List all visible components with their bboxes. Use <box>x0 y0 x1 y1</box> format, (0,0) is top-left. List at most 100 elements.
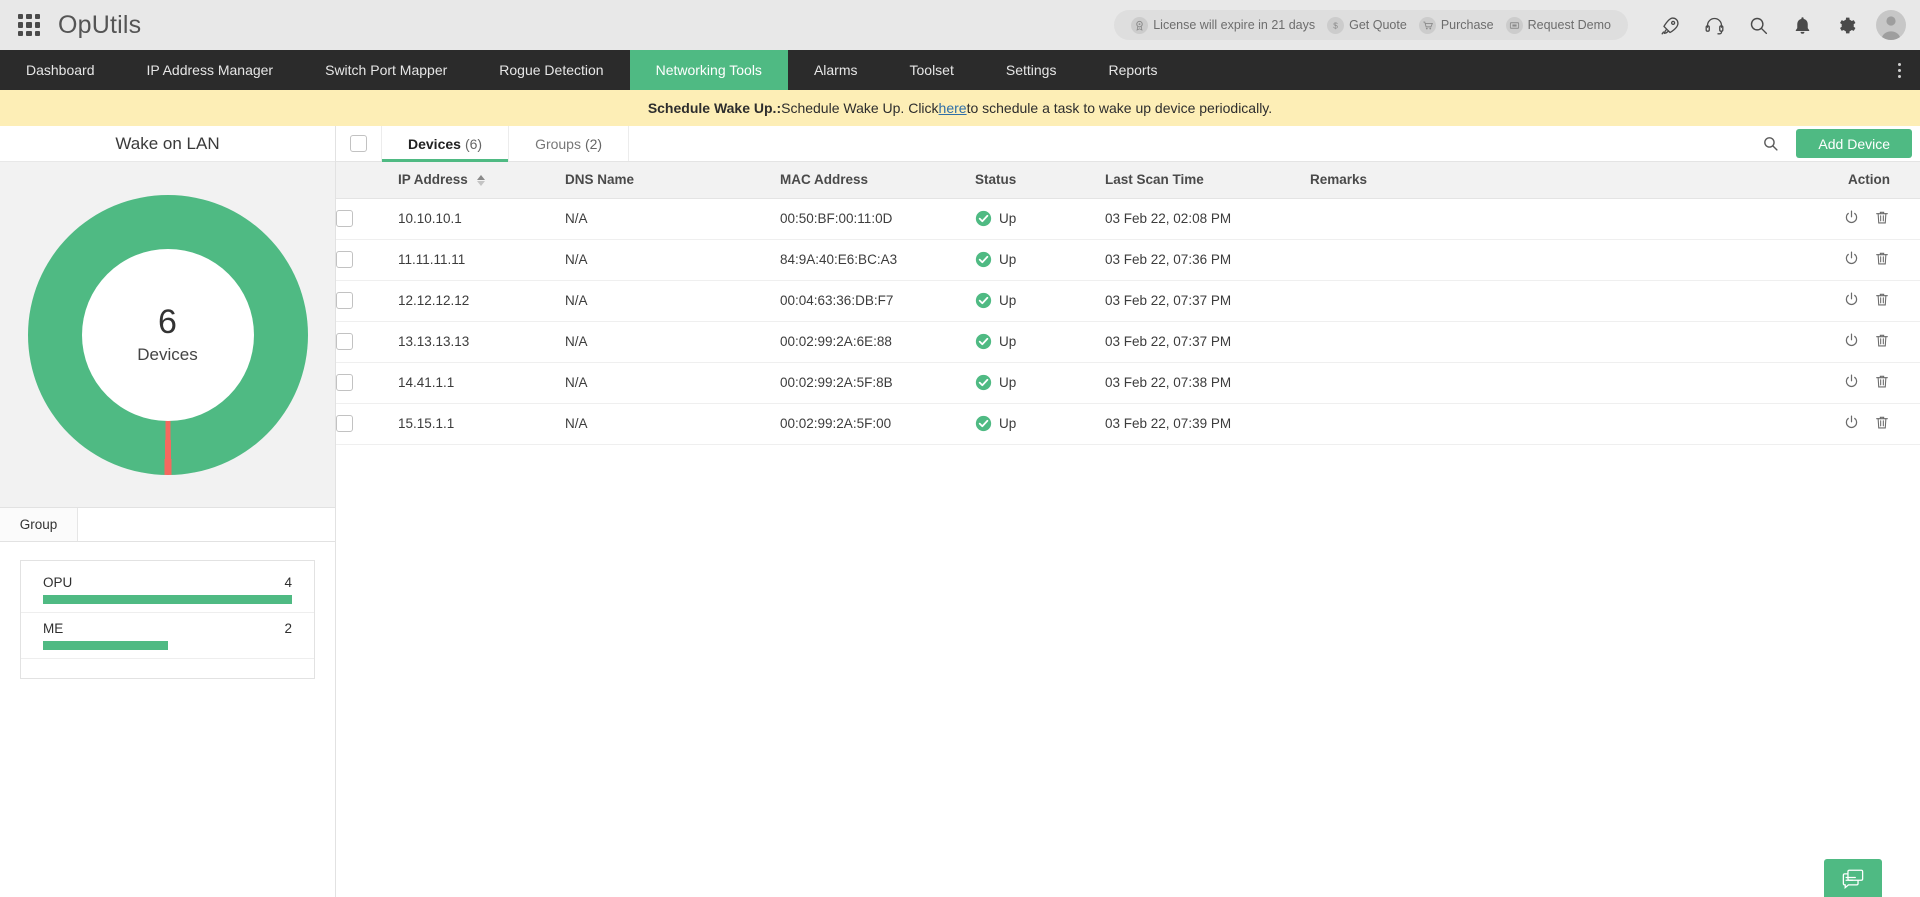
status-label: Up <box>999 416 1016 431</box>
power-icon[interactable] <box>1843 332 1860 349</box>
cell-mac-address: 84:9A:40:E6:BC:A3 <box>772 239 967 280</box>
cell-remarks <box>1302 280 1800 321</box>
cell-ip-address: 13.13.13.13 <box>382 321 557 362</box>
delete-trash-icon[interactable] <box>1874 209 1890 226</box>
top-bar: OpUtils License will expire in 21 days $… <box>0 0 1920 50</box>
delete-trash-icon[interactable] <box>1874 291 1890 308</box>
power-icon[interactable] <box>1843 209 1860 226</box>
cell-status: Up <box>967 280 1097 321</box>
cell-remarks <box>1302 403 1800 444</box>
devices-table: IP Address DNS Name MAC Address Status L… <box>336 162 1920 445</box>
cell-dns-name: N/A <box>557 321 772 362</box>
table-row[interactable]: 12.12.12.12N/A00:04:63:36:DB:F7Up03 Feb … <box>336 280 1920 321</box>
request-demo-link[interactable]: Request Demo <box>1503 17 1614 34</box>
row-checkbox-cell <box>336 239 382 280</box>
nav-item-dashboard[interactable]: Dashboard <box>0 50 121 90</box>
license-expiry[interactable]: License will expire in 21 days <box>1128 17 1318 34</box>
purchase-link[interactable]: Purchase <box>1416 17 1497 34</box>
cell-remarks <box>1302 198 1800 239</box>
schedule-wakeup-banner: Schedule Wake Up.: Schedule Wake Up. Cli… <box>0 90 1920 126</box>
banner-here-link[interactable]: here <box>939 100 967 116</box>
row-checkbox-cell <box>336 362 382 403</box>
delete-trash-icon[interactable] <box>1874 250 1890 267</box>
left-sidebar: Wake on LAN 6 Devices Group OPU 4 <box>0 126 336 897</box>
cell-ip-address: 14.41.1.1 <box>382 362 557 403</box>
cell-last-scan-time: 03 Feb 22, 07:39 PM <box>1097 403 1302 444</box>
table-search-icon[interactable] <box>1744 126 1796 161</box>
cell-last-scan-time: 03 Feb 22, 07:37 PM <box>1097 321 1302 362</box>
cell-mac-address: 00:02:99:2A:5F:00 <box>772 403 967 444</box>
header-dns-name[interactable]: DNS Name <box>557 162 772 198</box>
row-checkbox[interactable] <box>336 374 353 391</box>
row-checkbox[interactable] <box>336 415 353 432</box>
table-row[interactable]: 13.13.13.13N/A00:02:99:2A:6E:88Up03 Feb … <box>336 321 1920 362</box>
header-last-scan-time[interactable]: Last Scan Time <box>1097 162 1302 198</box>
nav-item-reports[interactable]: Reports <box>1082 50 1183 90</box>
group-panel: OPU 4 ME 2 <box>0 542 335 679</box>
nav-item-rogue-detection[interactable]: Rogue Detection <box>473 50 629 90</box>
power-icon[interactable] <box>1843 250 1860 267</box>
nav-item-toolset[interactable]: Toolset <box>884 50 980 90</box>
tab-devices[interactable]: Devices (6) <box>382 126 509 161</box>
notification-bell-icon[interactable] <box>1780 0 1824 50</box>
nav-item-ip-address-manager[interactable]: IP Address Manager <box>121 50 300 90</box>
cell-ip-address: 11.11.11.11 <box>382 239 557 280</box>
delete-trash-icon[interactable] <box>1874 332 1890 349</box>
cell-remarks <box>1302 239 1800 280</box>
header-ip-address[interactable]: IP Address <box>382 162 557 198</box>
nav-item-networking-tools[interactable]: Networking Tools <box>630 50 788 90</box>
cell-dns-name: N/A <box>557 403 772 444</box>
add-device-button[interactable]: Add Device <box>1796 129 1912 158</box>
table-row[interactable]: 11.11.11.11N/A84:9A:40:E6:BC:A3Up03 Feb … <box>336 239 1920 280</box>
select-all-checkbox[interactable] <box>350 135 367 152</box>
group-label-me: ME <box>43 621 63 636</box>
cell-remarks <box>1302 362 1800 403</box>
banner-bold-prefix: Schedule Wake Up.: <box>648 100 781 116</box>
status-badge: Up <box>975 251 1089 268</box>
cell-last-scan-time: 03 Feb 22, 07:37 PM <box>1097 280 1302 321</box>
app-title: OpUtils <box>58 11 141 40</box>
table-row[interactable]: 15.15.1.1N/A00:02:99:2A:5F:00 Up 03 Feb 22… <box>336 403 1920 444</box>
cell-mac-address: 00:50:BF:00:11:0D <box>772 198 967 239</box>
table-row[interactable]: 14.41.1.1N/A00:02:99:2A:5F:8BUp03 Feb 22… <box>336 362 1920 403</box>
row-checkbox[interactable] <box>336 251 353 268</box>
cell-action <box>1800 280 1920 321</box>
group-row-me[interactable]: ME 2 <box>21 612 314 650</box>
power-icon[interactable] <box>1843 373 1860 390</box>
apps-grid-icon[interactable] <box>18 14 40 36</box>
cell-ip-address: 15.15.1.1 <box>382 403 557 444</box>
search-icon[interactable] <box>1736 0 1780 50</box>
rocket-icon[interactable] <box>1648 0 1692 50</box>
header-remarks[interactable]: Remarks <box>1302 162 1800 198</box>
nav-item-switch-port-mapper[interactable]: Switch Port Mapper <box>299 50 473 90</box>
table-row[interactable]: 10.10.10.1N/A00:50:BF:00:11:0DUp03 Feb 2… <box>336 198 1920 239</box>
tab-groups[interactable]: Groups (2) <box>509 126 629 161</box>
row-checkbox[interactable] <box>336 210 353 227</box>
get-quote-link[interactable]: $ Get Quote <box>1324 17 1410 34</box>
user-avatar[interactable] <box>1876 10 1906 40</box>
svg-text:$: $ <box>1333 21 1338 30</box>
row-checkbox[interactable] <box>336 333 353 350</box>
headset-support-icon[interactable] <box>1692 0 1736 50</box>
cell-action <box>1800 403 1920 444</box>
feedback-chat-icon[interactable] <box>1824 859 1882 897</box>
license-badge-icon <box>1131 17 1148 34</box>
nav-item-alarms[interactable]: Alarms <box>788 50 884 90</box>
header-status[interactable]: Status <box>967 162 1097 198</box>
donut-ring: 6 Devices <box>28 195 308 475</box>
power-icon[interactable] <box>1843 414 1860 431</box>
row-checkbox[interactable] <box>336 292 353 309</box>
kebab-menu-icon[interactable] <box>1878 50 1920 90</box>
row-actions <box>1843 291 1890 308</box>
nav-item-settings[interactable]: Settings <box>980 50 1083 90</box>
sort-ascending-icon[interactable] <box>477 175 485 186</box>
tab-groups-label: Groups <box>535 136 581 152</box>
tab-group[interactable]: Group <box>0 508 78 541</box>
delete-trash-icon[interactable] <box>1874 414 1890 431</box>
header-mac-address[interactable]: MAC Address <box>772 162 967 198</box>
group-row-opu[interactable]: OPU 4 <box>21 571 314 604</box>
power-icon[interactable] <box>1843 291 1860 308</box>
tab-devices-label: Devices <box>408 136 461 152</box>
delete-trash-icon[interactable] <box>1874 373 1890 390</box>
settings-gear-icon[interactable] <box>1824 0 1868 50</box>
